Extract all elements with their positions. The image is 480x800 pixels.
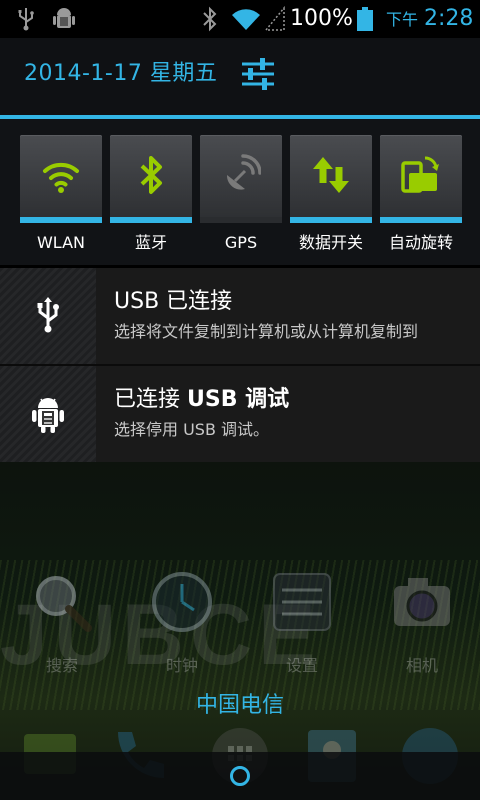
notification-title: 已连接 USB 调试 [114,386,289,414]
toggle-indicator-off [200,217,282,223]
home-app-settings[interactable]: 设置 [262,570,342,680]
notification-title: USB 已连接 [114,289,233,314]
camera-icon [394,578,450,626]
notification-title-prefix: 已连接 [114,387,187,412]
bluetooth-icon [140,156,162,194]
toggle-indicator-on [110,217,192,223]
toggle-wlan[interactable]: WLAN [20,135,102,257]
toggle-label: 数据开关 [298,233,363,252]
home-app-search[interactable]: 搜索 [22,570,102,680]
auto-rotate-icon [401,156,439,193]
toggle-label: GPS [224,233,258,252]
notification-usb-debugging[interactable]: 已连接 USB 调试 选择停用 USB 调试。 [0,366,480,462]
shade-handle[interactable] [0,752,480,800]
notification-header: 2014-1-17 星期五 [0,38,480,116]
app-label: 设置 [285,656,318,675]
notification-text: 选择将文件复制到计算机或从计算机复制到 [114,322,419,341]
date-label: 2014-1-17 星期五 [24,61,218,86]
notification-icon-box [0,268,96,364]
gps-icon [226,154,261,190]
toggle-bluetooth[interactable]: 蓝牙 [110,135,192,257]
wifi-icon [43,162,79,193]
notification-icon-box [0,366,96,462]
toggle-auto-rotate[interactable]: 自动旋转 [380,135,462,257]
android-debug-icon [53,8,75,28]
toggle-label: 自动旋转 [388,233,453,252]
toggle-label: WLAN [36,233,85,252]
app-label: 搜索 [45,656,78,675]
battery-icon [357,7,373,31]
app-label: 相机 [405,656,438,675]
bluetooth-icon [203,6,217,32]
clock-time: 2:28 [424,6,474,31]
toggle-indicator-on [290,217,372,223]
toggle-gps[interactable]: GPS [200,135,282,257]
mobile-data-icon [313,157,349,193]
home-app-clock[interactable]: 时钟 [142,570,222,680]
toggle-mobile-data[interactable]: 数据开关 [290,135,372,257]
app-label: 时钟 [165,656,198,675]
search-icon [36,576,92,632]
home-app-camera[interactable]: 相机 [382,570,462,680]
drag-handle-icon[interactable] [230,766,250,786]
usb-icon [37,297,59,333]
usb-icon [18,8,34,31]
wifi-icon [232,9,260,31]
clock-ampm: 下午 [386,10,419,29]
toggle-indicator-on [20,217,102,223]
settings-icon [273,573,331,631]
clock-icon [152,572,212,632]
toggle-label: 蓝牙 [134,233,167,252]
settings-sliders-icon[interactable] [238,54,278,94]
battery-percent: 100% [290,6,353,31]
notification-text: 选择停用 USB 调试。 [114,420,270,439]
android-debug-icon [32,398,64,433]
quick-settings-panel: WLAN 蓝牙 GPS 数据开关 自动旋转 [0,119,480,265]
notification-title-bold: USB 调试 [187,387,290,412]
notification-usb-connected[interactable]: USB 已连接 选择将文件复制到计算机或从计算机复制到 [0,268,480,364]
toggle-indicator-on [380,217,462,223]
status-bar: 100% 下午 2:28 [0,0,480,38]
signal-icon [264,6,285,31]
